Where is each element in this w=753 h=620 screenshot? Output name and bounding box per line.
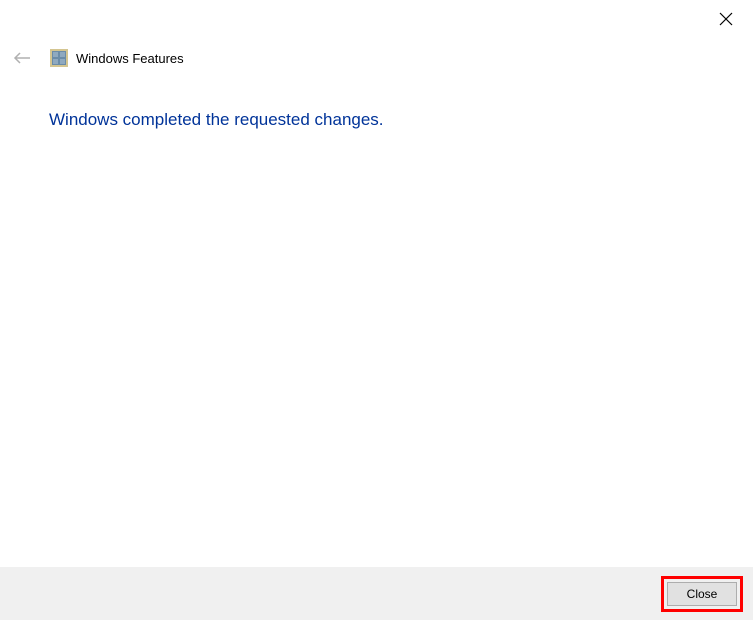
back-button xyxy=(10,46,34,70)
windows-features-icon xyxy=(50,49,68,67)
window-title: Windows Features xyxy=(76,51,184,66)
footer: Close xyxy=(0,567,753,620)
close-button[interactable]: Close xyxy=(667,582,737,606)
window-close-button[interactable] xyxy=(719,12,735,28)
back-arrow-icon xyxy=(12,50,32,66)
close-button-highlight: Close xyxy=(661,576,743,612)
close-icon xyxy=(719,12,733,26)
status-message: Windows completed the requested changes. xyxy=(49,110,384,130)
header: Windows Features xyxy=(10,46,184,70)
